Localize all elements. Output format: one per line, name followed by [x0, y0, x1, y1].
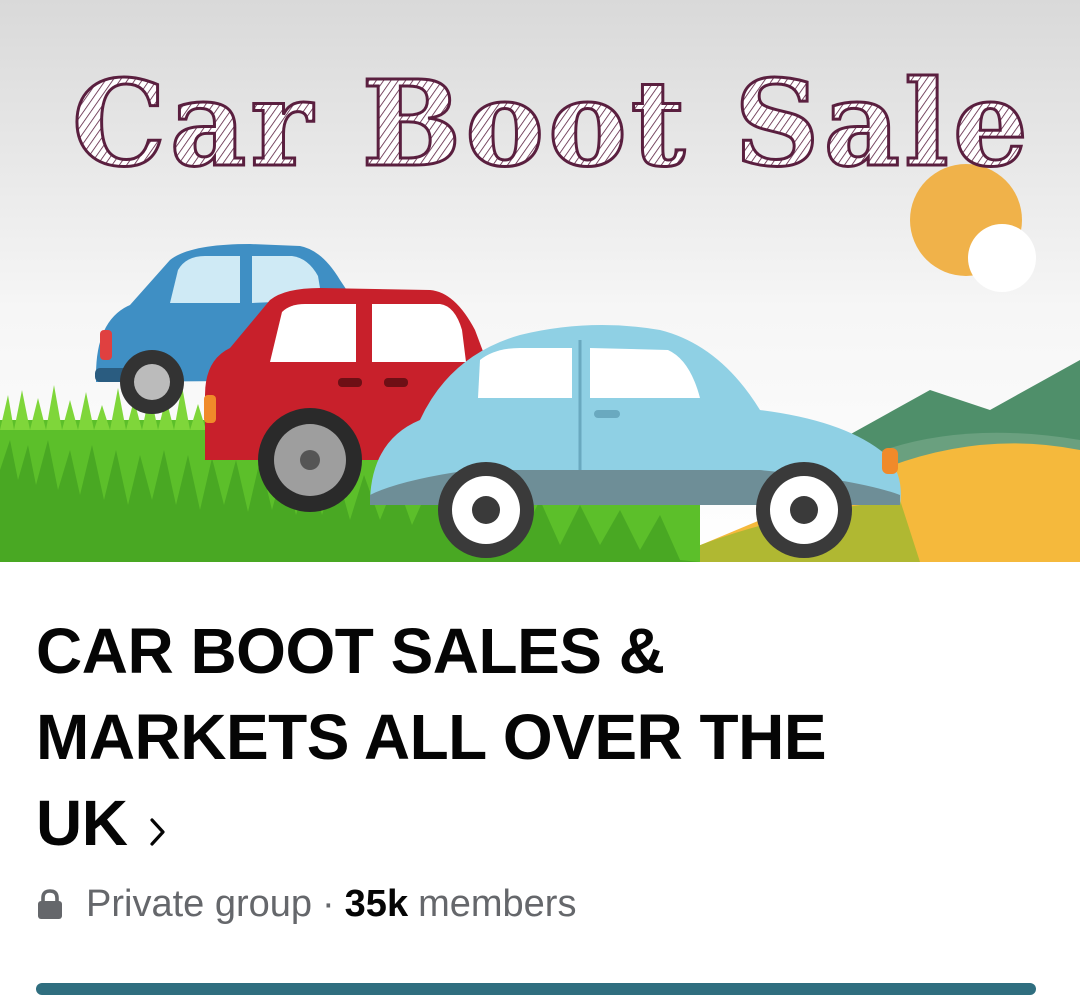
member-count[interactable]: 35k	[345, 883, 408, 926]
cover-headline: Car Boot Sale	[72, 54, 1032, 193]
separator: ·	[322, 882, 335, 925]
group-meta: Private group · 35k members	[36, 878, 576, 930]
lock-icon	[36, 888, 64, 920]
privacy-label[interactable]: Private group	[86, 883, 312, 926]
group-title-line: MARKETS ALL OVER THE	[36, 701, 827, 773]
group-title[interactable]: CAR BOOT SALES & MARKETS ALL OVER THE UK	[36, 608, 1036, 868]
member-label[interactable]: members	[418, 883, 576, 926]
group-title-line: CAR BOOT SALES &	[36, 615, 665, 687]
join-group-button-edge[interactable]	[36, 983, 1036, 995]
group-title-line: UK	[36, 787, 128, 859]
chevron-right-icon[interactable]	[149, 782, 167, 868]
group-cover-photo[interactable]: Car Boot Sale	[0, 0, 1080, 562]
